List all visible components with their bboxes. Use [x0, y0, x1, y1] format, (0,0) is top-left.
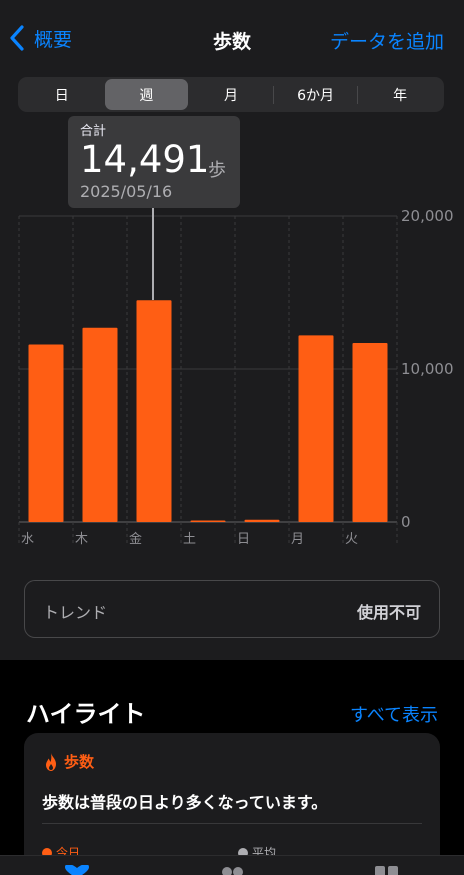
segment-label: 6か月	[297, 87, 335, 104]
show-all-button[interactable]: すべて表示	[350, 701, 438, 727]
segment-week[interactable]: 週	[104, 79, 189, 110]
chart-bar[interactable]	[352, 342, 388, 522]
tooltip-value: 14,491	[80, 138, 210, 181]
selection-line	[152, 208, 154, 300]
highlight-text: 歩数は普段の日より多くなっています。	[42, 793, 328, 812]
tooltip-date: 2025/05/16	[80, 182, 173, 201]
back-label: 概要	[34, 28, 73, 51]
highlight-card[interactable]: 歩数 歩数は普段の日より多くなっています。 今日 平均	[24, 733, 440, 875]
segment-month[interactable]: 月	[189, 79, 273, 110]
chart-bar[interactable]	[82, 327, 118, 522]
highlight-card-header: 歩数	[42, 751, 94, 772]
chevron-left-icon	[10, 25, 24, 51]
segment-day[interactable]: 日	[20, 79, 104, 110]
segment-six-months[interactable]: 6か月	[274, 79, 358, 110]
segment-label: 日	[54, 87, 69, 104]
x-tick-label: 火	[345, 532, 358, 547]
tab-bar	[0, 855, 464, 875]
steps-bar-chart[interactable]: 0 10,000 20,000 水 木 金 土 日 月 火	[0, 200, 464, 560]
chart-bar[interactable]	[298, 335, 334, 522]
highlights-heading: ハイライト	[26, 700, 146, 728]
flame-icon	[46, 752, 56, 771]
add-data-button[interactable]: データを追加	[330, 27, 444, 54]
navigation-bar: 概要 歩数 データを追加	[0, 0, 464, 70]
segment-label: 年	[393, 87, 408, 104]
back-button[interactable]: 概要	[8, 24, 72, 52]
x-tick-label: 日	[237, 532, 250, 547]
sharing-icon[interactable]	[217, 865, 247, 875]
divider	[42, 823, 422, 824]
chart-bar[interactable]	[136, 300, 172, 522]
selection-tooltip: 合計 14,491 歩 2025/05/16	[68, 116, 240, 208]
chart-bar[interactable]	[244, 519, 280, 522]
highlight-category: 歩数	[64, 753, 95, 771]
x-tick-label: 木	[75, 532, 88, 547]
chart-bar[interactable]	[190, 520, 226, 523]
browse-icon[interactable]	[372, 865, 402, 875]
segment-label: 週	[139, 87, 154, 104]
x-tick-label: 土	[183, 532, 196, 547]
heart-icon[interactable]	[62, 865, 92, 875]
y-tick-label: 20,000	[401, 207, 454, 225]
y-tick-label: 10,000	[401, 360, 454, 378]
y-tick-label: 0	[401, 513, 411, 531]
x-tick-label: 金	[129, 531, 142, 547]
trend-row[interactable]: トレンド 使用不可	[24, 580, 440, 638]
x-tick-label: 月	[291, 532, 304, 547]
x-tick-label: 水	[21, 532, 34, 547]
segment-label: 月	[223, 87, 238, 104]
tooltip-label: 合計	[80, 124, 107, 139]
period-segmented-control: 日 週 月 6か月 年	[18, 77, 444, 112]
segment-year[interactable]: 年	[358, 79, 442, 110]
trend-status: 使用不可	[356, 603, 421, 622]
chart-bar[interactable]	[28, 344, 64, 522]
tooltip-unit: 歩	[208, 160, 226, 181]
trend-label: トレンド	[43, 603, 108, 622]
